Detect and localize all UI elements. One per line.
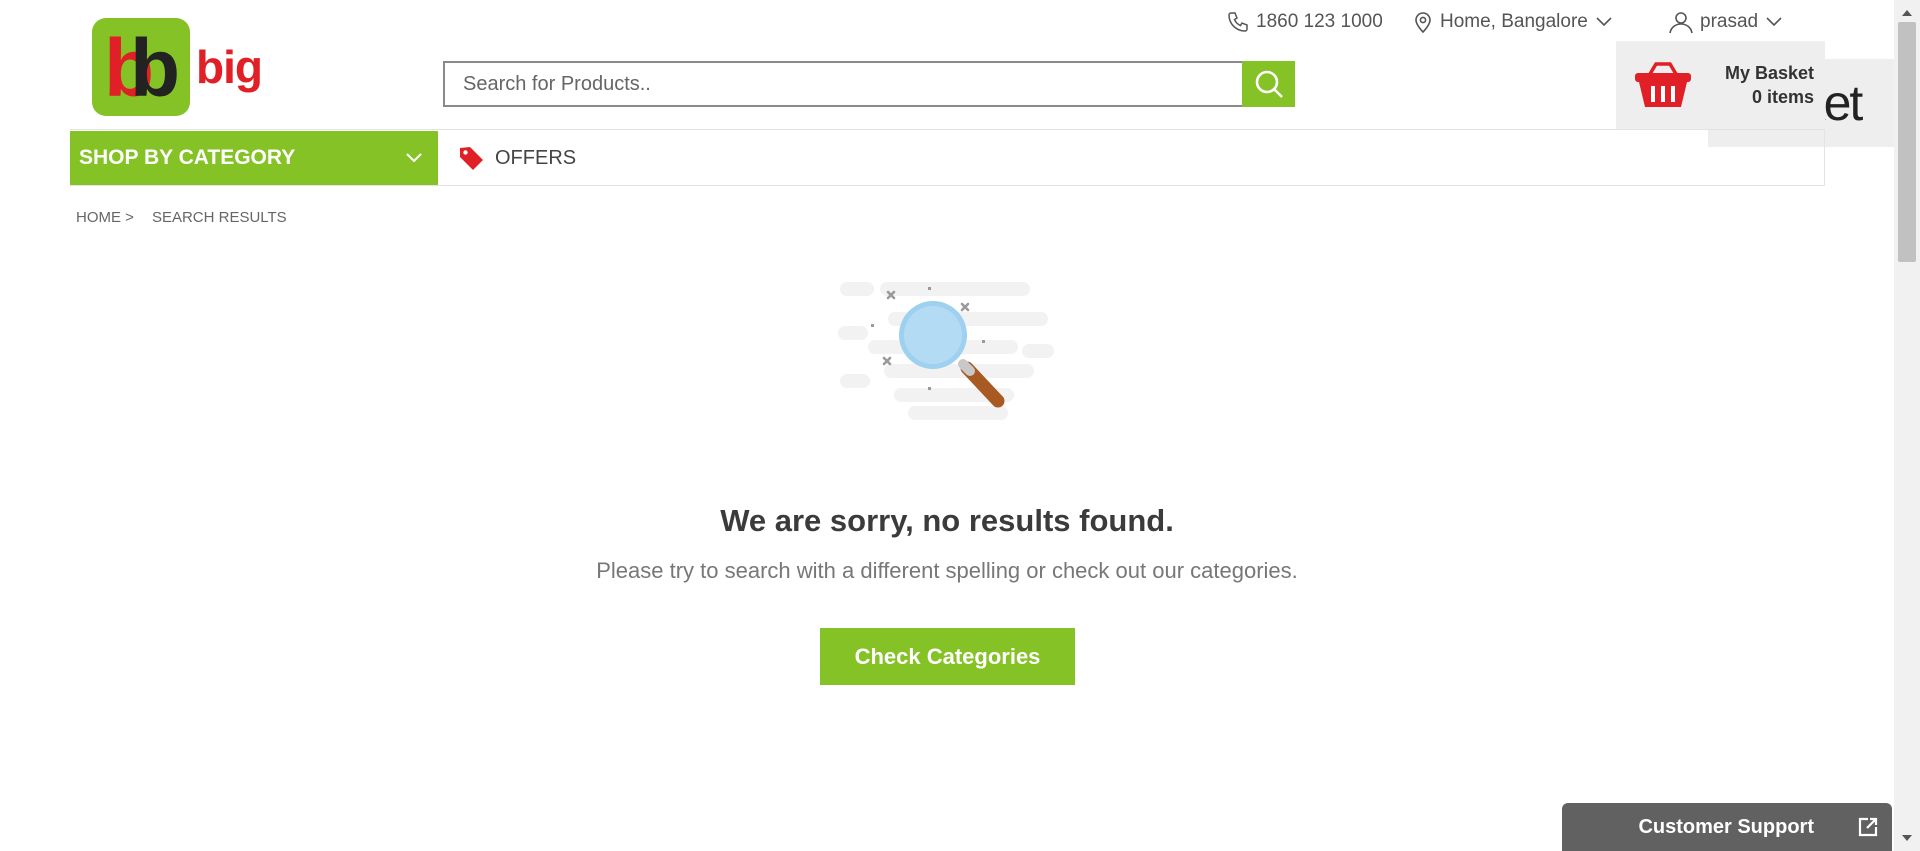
price-tag-icon (460, 147, 483, 170)
search-icon (1255, 70, 1283, 98)
check-categories-button[interactable]: Check Categories (820, 628, 1075, 685)
chevron-down-icon (1766, 17, 1782, 27)
customer-support-label: Customer Support (1638, 815, 1814, 838)
search-input[interactable] (443, 61, 1242, 107)
location-pin-icon (1415, 12, 1431, 34)
user-menu[interactable]: prasad (1668, 8, 1788, 36)
offers-link[interactable]: OFFERS (458, 131, 576, 185)
shop-by-category-label: SHOP BY CATEGORY (79, 146, 296, 169)
phone-number: 1860 123 1000 (1256, 11, 1383, 32)
chevron-down-icon (406, 153, 422, 163)
scroll-thumb[interactable] (1898, 22, 1916, 262)
location-selector[interactable]: Home, Bangalore (1412, 8, 1618, 36)
no-results-title: We are sorry, no results found. (720, 503, 1174, 538)
page-scrollbar[interactable] (1894, 0, 1920, 851)
basket-count: 0 items (1751, 87, 1814, 107)
customer-support-button[interactable]: Customer Support (1562, 803, 1892, 851)
location-label: Home, Bangalore (1440, 11, 1588, 32)
basket-icon (1635, 62, 1691, 107)
basket-info: My Basket 0 items (1706, 61, 1814, 110)
logo-text-big: big (196, 41, 263, 93)
offers-label: OFFERS (495, 146, 577, 169)
logo-wordmark: big basket (196, 40, 1917, 147)
no-results-subtitle: Please try to search with a different sp… (596, 558, 1298, 583)
bigbasket-logo[interactable]: bb big basket (92, 18, 1917, 147)
shop-by-category-button[interactable]: SHOP BY CATEGORY (70, 131, 438, 185)
search-bar (443, 61, 1295, 107)
breadcrumb-home[interactable]: HOME > (76, 209, 134, 226)
my-basket-button[interactable]: My Basket 0 items (1616, 41, 1825, 129)
magnifier-illustration (838, 282, 1054, 420)
logo-mark-icon: bb (92, 18, 190, 116)
breadcrumb: HOME > SEARCH RESULTS (76, 209, 305, 226)
external-link-icon (1858, 817, 1878, 837)
phone-icon (1228, 12, 1248, 32)
scroll-up-arrow-icon[interactable] (1894, 4, 1920, 22)
phone-contact[interactable]: 1860 123 1000 (1226, 8, 1383, 36)
search-button[interactable] (1242, 61, 1295, 107)
user-icon (1669, 12, 1693, 34)
user-name: prasad (1700, 11, 1759, 32)
basket-title: My Basket (1724, 62, 1814, 83)
chevron-down-icon (1596, 17, 1612, 27)
scroll-down-arrow-icon[interactable] (1894, 829, 1920, 847)
breadcrumb-search-results: SEARCH RESULTS (151, 209, 287, 226)
